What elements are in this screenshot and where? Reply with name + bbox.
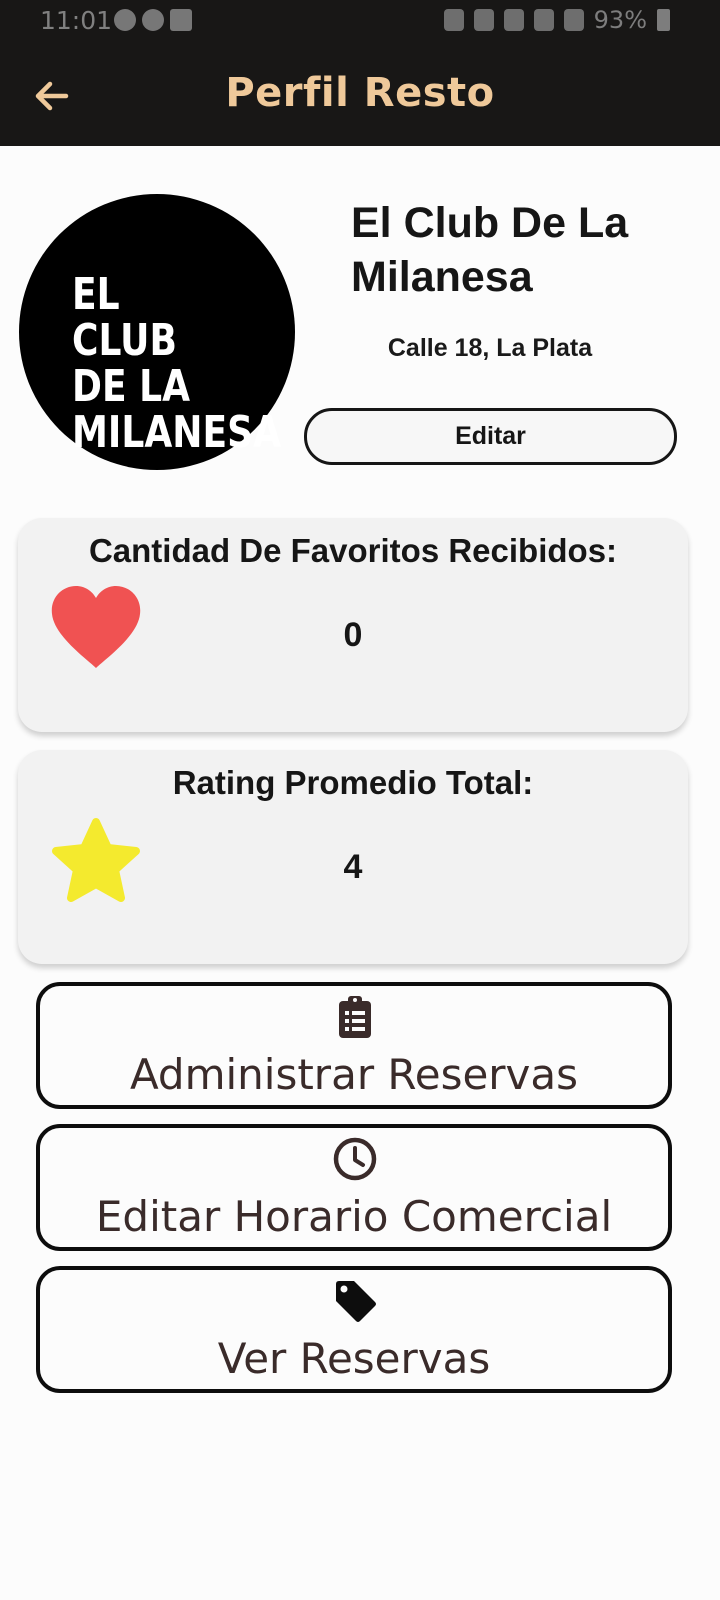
favorites-title: Cantidad De Favoritos Recibidos:	[88, 532, 618, 569]
restaurant-name: El Club De La Milanesa	[351, 199, 629, 301]
clock-icon	[333, 1137, 377, 1181]
view-reservations-button[interactable]: Ver Reservas	[36, 1266, 672, 1393]
app-header: 11:01 93% Perfil Resto	[0, 0, 720, 146]
favorites-card: Cantidad De Favoritos Recibidos: 0	[18, 518, 688, 732]
tag-icon	[336, 1281, 376, 1322]
restaurant-logo-text: EL CLUB DE LA MILANESA	[72, 269, 281, 458]
battery-percent: 93%	[593, 6, 647, 34]
lock-icon	[443, 9, 464, 31]
mute-icon	[503, 9, 524, 31]
edit-business-hours-label: Editar Horario Comercial	[95, 1192, 613, 1241]
app-notification-icon	[142, 9, 164, 31]
manage-reservations-label: Administrar Reservas	[129, 1050, 579, 1099]
signal-icon	[563, 9, 584, 31]
battery-icon	[657, 9, 670, 31]
favorites-count: 0	[343, 616, 363, 654]
hotspot-icon	[533, 9, 554, 31]
view-reservations-label: Ver Reservas	[217, 1334, 491, 1383]
page-title: Perfil Resto	[225, 70, 495, 116]
gallery-icon	[170, 9, 192, 31]
clipboard-list-icon	[339, 996, 371, 1038]
notification-icons	[114, 9, 192, 31]
edit-profile-button[interactable]: Editar	[304, 408, 677, 465]
whatsapp-icon	[114, 9, 136, 31]
rating-title: Rating Promedio Total:	[172, 764, 534, 801]
system-status-icons: 93%	[443, 6, 670, 34]
alarm-icon	[473, 9, 494, 31]
rating-value: 4	[343, 848, 363, 886]
restaurant-address: Calle 18, La Plata	[387, 334, 593, 362]
edit-business-hours-button[interactable]: Editar Horario Comercial	[36, 1124, 672, 1251]
manage-reservations-button[interactable]: Administrar Reservas	[36, 982, 672, 1109]
rating-card: Rating Promedio Total: 4	[18, 750, 688, 964]
status-bar: 11:01 93%	[0, 0, 720, 44]
status-time: 11:01	[40, 6, 113, 35]
